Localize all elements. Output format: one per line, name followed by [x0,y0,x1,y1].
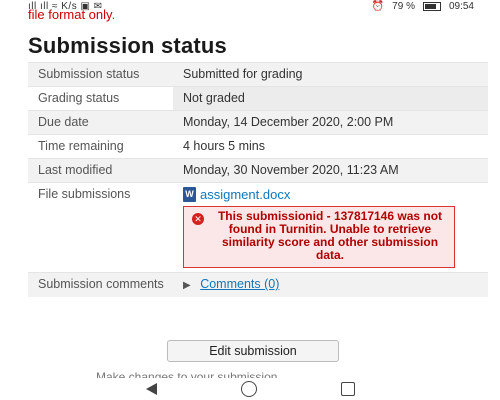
table-row: File submissions W assigment.docx ✕ This… [28,182,488,273]
file-submissions-cell: W assigment.docx ✕ This submissionid - 1… [173,182,488,273]
row-label: Submission status [28,62,173,87]
row-label: Last modified [28,158,173,183]
table-row: Submission comments ▶ Comments (0) [28,272,488,297]
battery-icon [422,2,441,11]
row-label: Submission comments [28,272,173,297]
row-value: Submitted for grading [173,62,488,87]
file-format-notice: file format only. [28,7,116,22]
error-message: This submissionid - 137817146 was not fo… [217,209,443,262]
error-icon: ✕ [192,213,204,225]
cutoff-text: Make changes to your submission [96,370,278,378]
home-icon[interactable] [240,381,257,397]
row-label: Due date [28,110,173,135]
file-link[interactable]: assigment.docx [200,187,290,202]
row-value: Monday, 14 December 2020, 2:00 PM [173,110,488,135]
turnitin-error-box: ✕ This submissionid - 137817146 was not … [183,206,455,268]
file-box: W assigment.docx ✕ This submissionid - 1… [183,187,480,268]
table-row: Due date Monday, 14 December 2020, 2:00 … [28,110,488,135]
status-right: ⏰ 79 % 09:54 [372,1,474,12]
table-row: Time remaining 4 hours 5 mins [28,134,488,159]
back-icon[interactable] [145,383,157,395]
android-nav-bar [0,378,500,400]
word-doc-icon: W [183,187,196,202]
battery-percent: 79 % [392,1,415,12]
row-label: Time remaining [28,134,173,159]
page-title: Submission status [28,33,227,58]
expand-triangle-icon[interactable]: ▶ [183,280,191,291]
file-line: W assigment.docx [183,187,480,202]
table-row: Grading status Not graded [28,86,488,111]
edit-submission-button[interactable]: Edit submission [167,340,339,362]
comments-link[interactable]: Comments (0) [200,277,279,291]
row-value: 4 hours 5 mins [173,134,488,159]
alarm-icon: ⏰ [371,1,385,12]
table-row: Last modified Monday, 30 November 2020, … [28,158,488,183]
row-value: Monday, 30 November 2020, 11:23 AM [173,158,488,183]
row-value: Not graded [173,86,488,111]
comments-cell[interactable]: ▶ Comments (0) [173,272,488,297]
row-label: File submissions [28,182,173,273]
row-label: Grading status [28,86,173,111]
recent-apps-icon[interactable] [340,382,355,396]
table-row: Submission status Submitted for grading [28,62,488,87]
submission-status-table: Submission status Submitted for grading … [28,62,488,297]
clock: 09:54 [448,1,474,12]
